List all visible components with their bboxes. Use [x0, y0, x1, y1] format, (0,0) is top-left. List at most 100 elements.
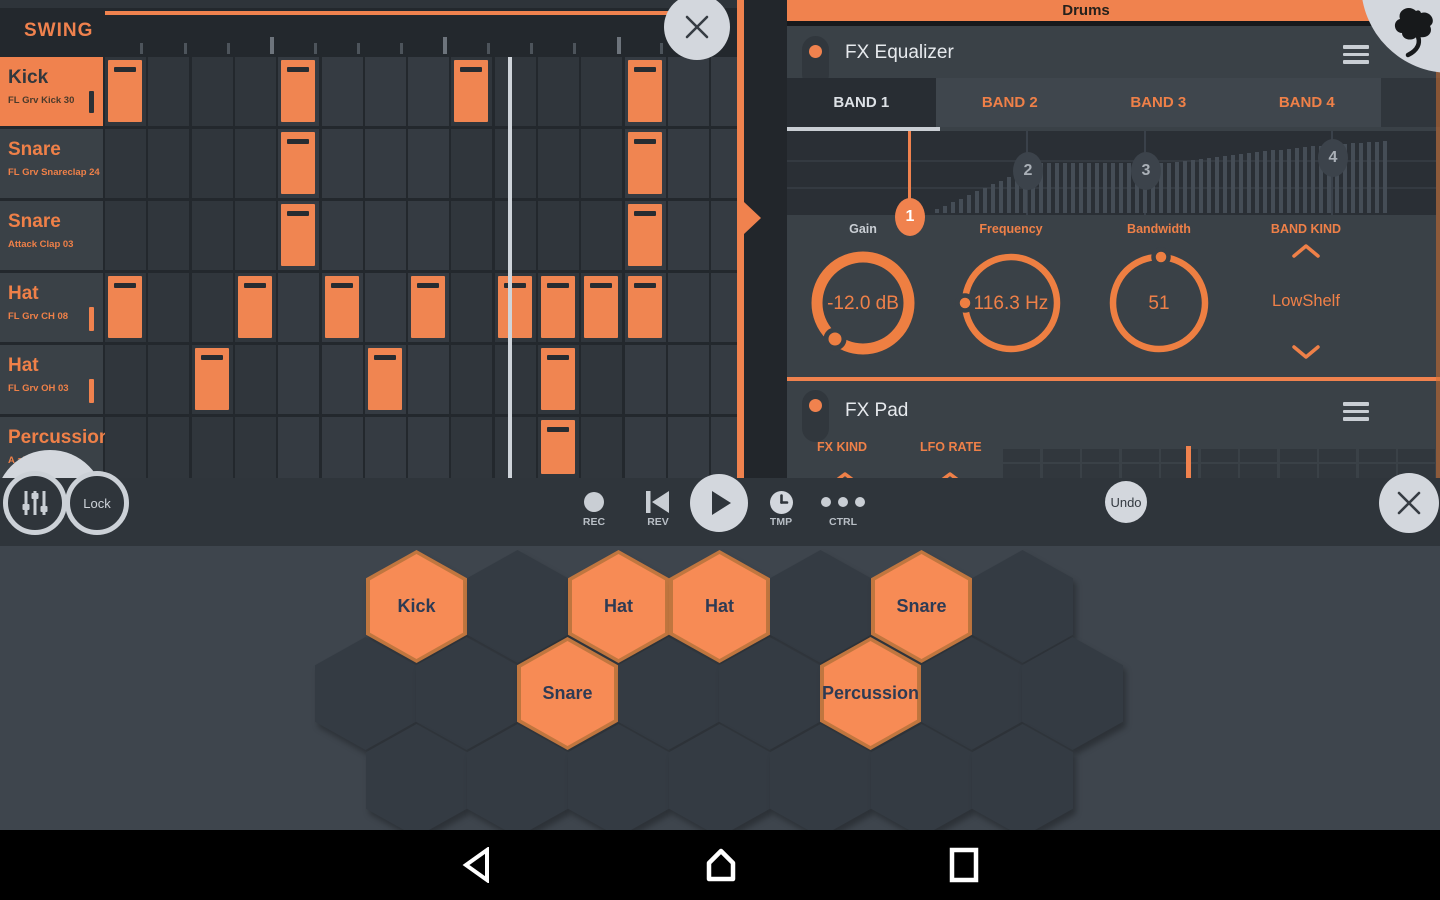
step-cell[interactable] — [105, 345, 146, 414]
step-cell[interactable] — [365, 345, 406, 414]
step-cell[interactable] — [235, 417, 276, 478]
fx-pad-cell[interactable] — [1240, 449, 1277, 462]
fx-equalizer-menu-icon[interactable] — [1343, 41, 1369, 68]
step-note[interactable] — [238, 276, 272, 338]
step-cell[interactable] — [538, 417, 579, 478]
step-note[interactable] — [454, 60, 488, 122]
step-cell[interactable] — [148, 345, 189, 414]
fx-pad-cell[interactable] — [1003, 464, 1040, 478]
band-marker-3[interactable]: 3 — [1131, 152, 1161, 190]
step-note[interactable] — [411, 276, 445, 338]
track-label-hat[interactable]: HatFL Grv OH 03 — [0, 345, 103, 414]
step-cell[interactable] — [408, 57, 449, 126]
fx-pad-cell[interactable] — [1240, 464, 1277, 478]
sequencer-header-bar[interactable]: SWING — [0, 8, 737, 57]
fx-pad-cell[interactable] — [1280, 464, 1317, 478]
step-cell[interactable] — [192, 57, 233, 126]
fx-pad-cell[interactable] — [1280, 449, 1317, 462]
step-cell[interactable] — [235, 57, 276, 126]
step-cell[interactable] — [322, 57, 363, 126]
band-marker-1[interactable]: 1 — [895, 198, 925, 236]
step-cell[interactable] — [105, 417, 146, 478]
fx-pad-cell[interactable] — [1043, 464, 1080, 478]
step-cell[interactable] — [495, 57, 536, 126]
step-cell[interactable] — [581, 345, 622, 414]
step-cell[interactable] — [495, 345, 536, 414]
fx-pad-cell[interactable] — [1082, 464, 1119, 478]
step-cell[interactable] — [538, 273, 579, 342]
home-icon[interactable] — [703, 847, 739, 883]
step-cell[interactable] — [235, 345, 276, 414]
fx-pad-cell[interactable] — [1359, 464, 1396, 478]
step-cell[interactable] — [711, 129, 737, 198]
band-kind-down-icon[interactable] — [1292, 344, 1320, 360]
fx-pad-cell[interactable] — [1161, 464, 1198, 478]
step-cell[interactable] — [192, 201, 233, 270]
step-note[interactable] — [281, 60, 315, 122]
step-cell[interactable] — [322, 417, 363, 478]
step-cell[interactable] — [711, 273, 737, 342]
step-cell[interactable] — [278, 345, 319, 414]
step-cell[interactable] — [451, 129, 492, 198]
step-note[interactable] — [281, 132, 315, 194]
step-cell[interactable] — [365, 273, 406, 342]
tempo-button[interactable] — [770, 491, 793, 514]
step-cell[interactable] — [105, 129, 146, 198]
step-cell[interactable] — [322, 345, 363, 414]
step-cell[interactable] — [668, 345, 709, 414]
step-cell[interactable] — [711, 201, 737, 270]
tab-band-4[interactable]: BAND 4 — [1233, 78, 1382, 127]
panel-drag-arrow-icon[interactable] — [744, 202, 761, 234]
step-cell[interactable] — [581, 129, 622, 198]
step-cell[interactable] — [192, 273, 233, 342]
fx-panel-title-bar[interactable]: Drums — [787, 0, 1440, 21]
step-cell[interactable] — [148, 273, 189, 342]
step-cell[interactable] — [278, 273, 319, 342]
step-note[interactable] — [541, 276, 575, 338]
track-label-snare[interactable]: SnareFL Grv Snareclap 24 — [0, 129, 103, 198]
step-note[interactable] — [108, 276, 142, 338]
step-cell[interactable] — [451, 345, 492, 414]
fx-pad-cell[interactable] — [1398, 449, 1435, 462]
step-note[interactable] — [281, 204, 315, 266]
step-cell[interactable] — [148, 57, 189, 126]
step-cell[interactable] — [668, 273, 709, 342]
step-note[interactable] — [628, 204, 662, 266]
step-cell[interactable] — [148, 201, 189, 270]
step-cell[interactable] — [451, 273, 492, 342]
step-cell[interactable] — [668, 57, 709, 126]
rewind-button[interactable] — [644, 490, 672, 514]
step-cell[interactable] — [322, 201, 363, 270]
mixer-button[interactable] — [3, 471, 67, 535]
step-cell[interactable] — [148, 417, 189, 478]
step-cell[interactable] — [235, 129, 276, 198]
step-cell[interactable] — [668, 201, 709, 270]
step-cell[interactable] — [668, 129, 709, 198]
step-cell[interactable] — [148, 129, 189, 198]
lfo-rate-up-icon[interactable] — [936, 471, 964, 478]
step-cell[interactable] — [192, 129, 233, 198]
fx-pad-cell[interactable] — [1082, 449, 1119, 462]
step-cell[interactable] — [365, 417, 406, 478]
track-label-hat[interactable]: HatFL Grv CH 08 — [0, 273, 103, 342]
undo-button[interactable]: Undo — [1105, 481, 1147, 523]
step-cell[interactable] — [495, 417, 536, 478]
control-button[interactable] — [820, 496, 866, 508]
step-cell[interactable] — [278, 417, 319, 478]
step-cell[interactable] — [451, 417, 492, 478]
step-cell[interactable] — [625, 273, 666, 342]
fx-pad-cell[interactable] — [1161, 449, 1198, 462]
step-cell[interactable] — [365, 129, 406, 198]
fx-pad-enable-toggle[interactable] — [802, 390, 829, 442]
step-cell[interactable] — [495, 129, 536, 198]
step-cell[interactable] — [495, 273, 536, 342]
step-note[interactable] — [368, 348, 402, 410]
step-cell[interactable] — [408, 345, 449, 414]
fx-pad-cell[interactable] — [1359, 449, 1396, 462]
step-note[interactable] — [628, 132, 662, 194]
fx-pad-cell[interactable] — [1043, 449, 1080, 462]
step-cell[interactable] — [365, 57, 406, 126]
step-note[interactable] — [584, 276, 618, 338]
band-marker-4[interactable]: 4 — [1318, 139, 1348, 177]
tab-band-1[interactable]: BAND 1 — [787, 78, 936, 127]
